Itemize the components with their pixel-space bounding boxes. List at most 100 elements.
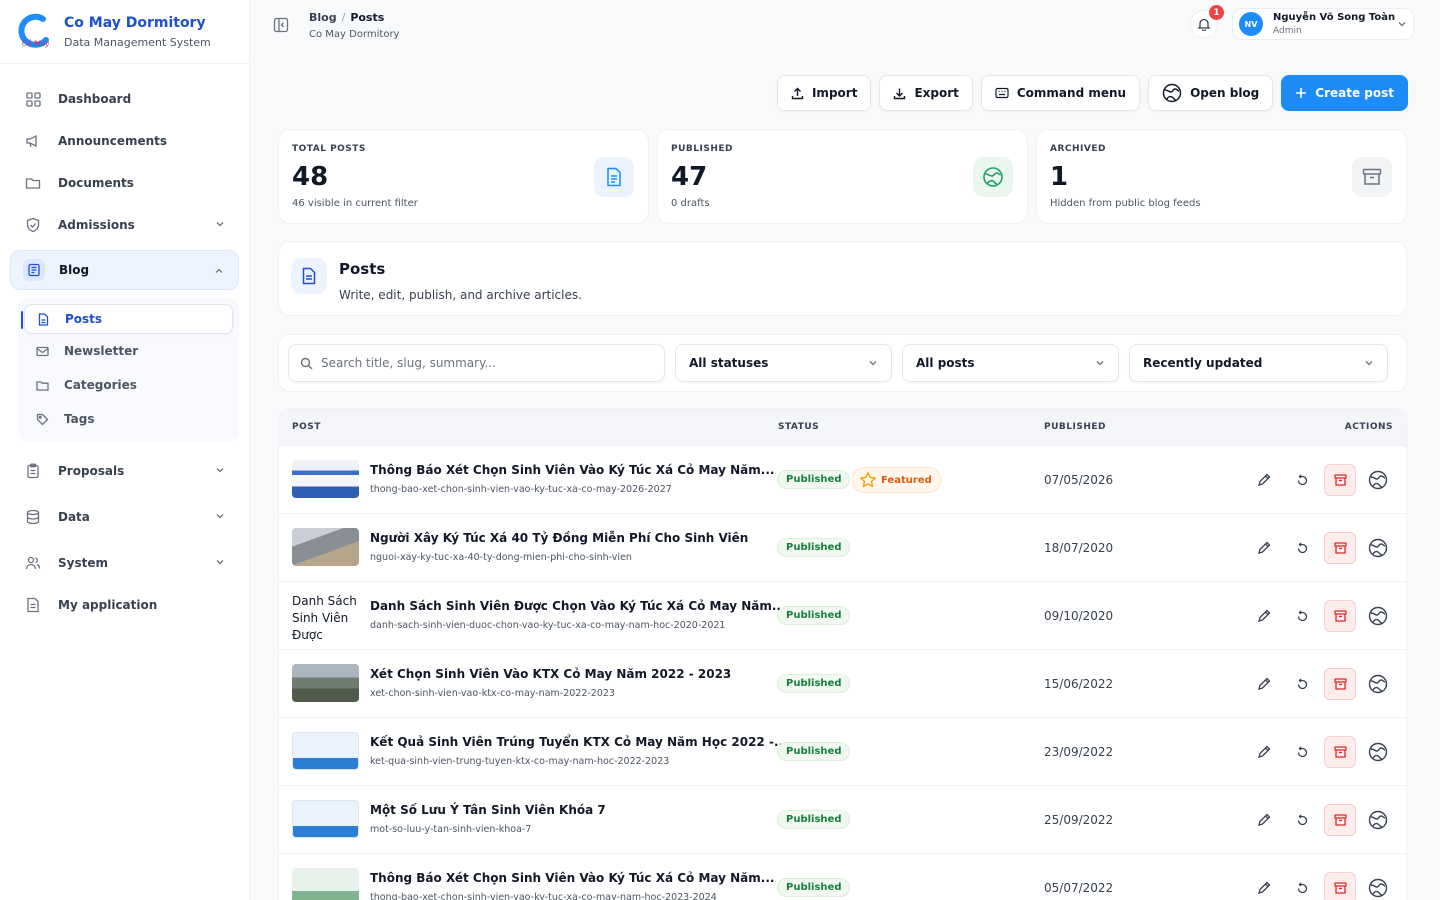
globe-icon (1368, 674, 1388, 694)
sidebar-subitem-tags[interactable]: Tags (24, 402, 233, 436)
sidebar-item-announcements[interactable]: Announcements (10, 120, 239, 162)
open-blog-button[interactable]: Open blog (1148, 75, 1274, 111)
globe-icon (1368, 606, 1388, 626)
revert-button[interactable] (1286, 600, 1318, 632)
sidebar-item-blog[interactable]: Blog (10, 250, 239, 290)
table-row[interactable]: Thông Báo Xét Chọn Sinh Viên Vào Ký Túc … (279, 445, 1406, 513)
status-filter-select[interactable]: All statuses (675, 344, 892, 382)
sidebar-subitem-posts[interactable]: Posts (21, 304, 233, 334)
pencil-icon (1258, 881, 1271, 894)
search-input[interactable] (321, 356, 641, 370)
table-row[interactable]: Xét Chọn Sinh Viên Vào KTX Cỏ May Năm 20… (279, 649, 1406, 717)
table-row[interactable]: Một Số Lưu Ý Tân Sinh Viên Khóa 7 mot-so… (279, 785, 1406, 853)
undo-icon (1297, 678, 1307, 689)
command-menu-button[interactable]: Command menu (980, 75, 1141, 111)
open-post-button[interactable] (1362, 804, 1394, 836)
posts-header-card: Posts Write, edit, publish, and archive … (278, 241, 1407, 316)
post-title[interactable]: Danh Sách Sinh Viên Được Chọn Vào Ký Túc… (370, 599, 786, 613)
published-date: 18/07/2020 (1044, 541, 1114, 555)
post-title[interactable]: Thông Báo Xét Chọn Sinh Viên Vào Ký Túc … (370, 871, 774, 885)
edit-button[interactable] (1248, 804, 1280, 836)
post-thumbnail (292, 800, 359, 838)
archive-button[interactable] (1324, 668, 1356, 700)
revert-button[interactable] (1286, 532, 1318, 564)
post-title[interactable]: Xét Chọn Sinh Viên Vào KTX Cỏ May Năm 20… (370, 667, 731, 681)
sidebar-item-admissions[interactable]: Admissions (10, 204, 239, 246)
post-title[interactable]: Kết Quả Sinh Viên Trúng Tuyển KTX Cỏ May… (370, 735, 788, 749)
open-post-button[interactable] (1362, 668, 1394, 700)
sidebar-item-proposals[interactable]: Proposals (10, 450, 239, 492)
archive-icon (1352, 157, 1392, 197)
archive-button[interactable] (1324, 804, 1356, 836)
sort-select[interactable]: Recently updated (1129, 344, 1388, 382)
archive-icon (1333, 814, 1347, 826)
archive-button[interactable] (1324, 464, 1356, 496)
user-name: Nguyễn Võ Song Toàn (1273, 12, 1396, 23)
revert-button[interactable] (1286, 872, 1318, 900)
edit-button[interactable] (1248, 668, 1280, 700)
archive-button[interactable] (1324, 532, 1356, 564)
user-menu[interactable]: NV Nguyễn Võ Song Toàn Admin (1232, 8, 1414, 40)
svg-text:Cỏ May: Cỏ May (22, 39, 50, 48)
sidebar-item-dashboard[interactable]: Dashboard (10, 78, 239, 120)
open-post-button[interactable] (1362, 464, 1394, 496)
sidebar-subitem-newsletter[interactable]: Newsletter (24, 334, 233, 368)
stat-card-published: PUBLISHED 47 0 drafts (657, 129, 1028, 224)
export-label: Export (914, 86, 959, 100)
post-title[interactable]: Người Xây Ký Túc Xá 40 Tỷ Đồng Miễn Phí … (370, 531, 748, 545)
table-row[interactable]: Thông Báo Xét Chọn Sinh Viên Vào Ký Túc … (279, 853, 1406, 900)
import-button[interactable]: Import (776, 75, 872, 111)
table-row[interactable]: Người Xây Ký Túc Xá 40 Tỷ Đồng Miễn Phí … (279, 513, 1406, 581)
post-thumbnail (292, 868, 359, 900)
post-title[interactable]: Một Số Lưu Ý Tân Sinh Viên Khóa 7 (370, 803, 606, 817)
document-icon (37, 311, 53, 327)
edit-button[interactable] (1248, 600, 1280, 632)
sidebar-item-documents[interactable]: Documents (10, 162, 239, 204)
export-button[interactable]: Export (879, 75, 973, 111)
user-role: Admin (1273, 26, 1302, 36)
post-title[interactable]: Thông Báo Xét Chọn Sinh Viên Vào Ký Túc … (370, 463, 774, 477)
open-post-button[interactable] (1362, 532, 1394, 564)
open-post-button[interactable] (1362, 600, 1394, 632)
sidebar-toggle-icon[interactable] (273, 17, 289, 33)
create-post-button[interactable]: Create post (1281, 75, 1408, 111)
revert-button[interactable] (1286, 804, 1318, 836)
edit-button[interactable] (1248, 532, 1280, 564)
breadcrumb: Blog / Posts (309, 11, 399, 24)
bell-icon (1197, 17, 1211, 31)
open-post-button[interactable] (1362, 872, 1394, 900)
scope-filter-select[interactable]: All posts (902, 344, 1119, 382)
breadcrumb-parent[interactable]: Blog (309, 11, 337, 24)
sidebar-item-system[interactable]: System (10, 542, 239, 584)
edit-button[interactable] (1248, 736, 1280, 768)
table-row[interactable]: Kết Quả Sinh Viên Trúng Tuyển KTX Cỏ May… (279, 717, 1406, 785)
globe-icon (1368, 810, 1388, 830)
archive-button[interactable] (1324, 872, 1356, 900)
avatar: NV (1239, 12, 1263, 36)
brand[interactable]: Cỏ May Co May Dormitory Data Management … (0, 0, 249, 64)
column-header-post: POST (292, 422, 321, 432)
sidebar-item-label: Dashboard (58, 92, 132, 106)
notifications-button[interactable]: 1 (1190, 5, 1224, 38)
stat-card-archived: ARCHIVED 1 Hidden from public blog feeds (1036, 129, 1407, 224)
post-slug: thong-bao-xet-chon-sinh-vien-vao-ky-tuc-… (370, 484, 672, 495)
revert-button[interactable] (1286, 736, 1318, 768)
archive-button[interactable] (1324, 600, 1356, 632)
archive-icon (1333, 882, 1347, 894)
archive-button[interactable] (1324, 736, 1356, 768)
sidebar-item-my-application[interactable]: My application (10, 584, 239, 626)
revert-button[interactable] (1286, 464, 1318, 496)
revert-button[interactable] (1286, 668, 1318, 700)
stat-card-total: TOTAL POSTS 48 46 visible in current fil… (278, 129, 649, 224)
stats-row: TOTAL POSTS 48 46 visible in current fil… (278, 129, 1407, 224)
search-box[interactable] (288, 344, 665, 382)
open-post-button[interactable] (1362, 736, 1394, 768)
sidebar-item-data[interactable]: Data (10, 496, 239, 538)
status-badge: Published (777, 606, 851, 625)
edit-button[interactable] (1248, 872, 1280, 900)
table-body: Thông Báo Xét Chọn Sinh Viên Vào Ký Túc … (279, 445, 1406, 900)
toolbar: Import Export Command menu Open blog Cre… (776, 75, 1408, 111)
table-row[interactable]: Danh Sách Sinh Viên Được Danh Sách Sinh … (279, 581, 1406, 649)
edit-button[interactable] (1248, 464, 1280, 496)
sidebar-subitem-categories[interactable]: Categories (24, 368, 233, 402)
